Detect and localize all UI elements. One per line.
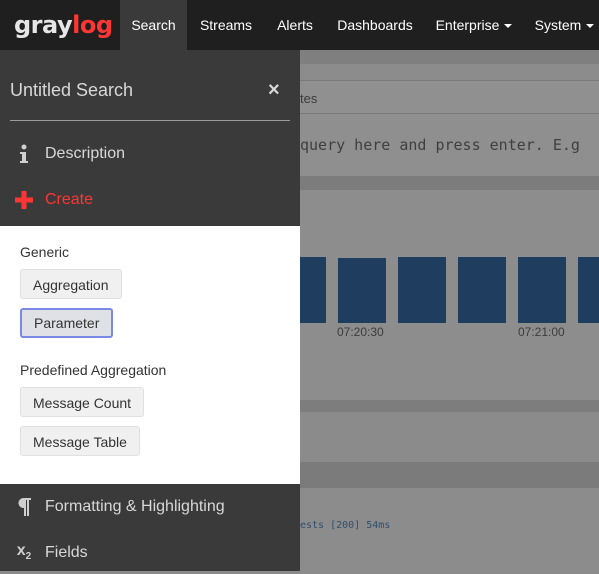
caret-down-icon [504,24,513,29]
info-icon [14,143,34,165]
divider [10,120,290,121]
axis-tick-label: 07:21:00 [518,325,565,339]
message-count-button[interactable]: Message Count [20,387,145,417]
log-message-fragment: ests [200] 54ms [300,520,391,531]
histogram-bar [398,257,446,323]
histogram-bar [300,257,326,323]
section-generic-label: Generic [20,244,70,260]
top-navbar: graylog Search Streams Alerts Dashboards… [0,0,599,50]
plus-icon [14,189,34,211]
histogram-bar [338,258,386,323]
graylog-logo[interactable]: graylog [14,10,113,40]
histogram-bar [578,257,599,323]
paragraph-icon [14,496,34,518]
nav-streams[interactable]: Streams [190,0,262,50]
close-icon[interactable]: × [268,79,280,102]
search-title: Untitled Search [10,80,134,100]
histogram-bar [458,257,506,323]
timerange-fragment: tes [300,91,318,106]
parameter-button[interactable]: Parameter [20,308,114,338]
timerange-bar [300,80,599,114]
query-placeholder: query here and press enter. E.g [300,136,580,154]
axis-tick-label: 07:20:30 [337,325,384,339]
sidebar-item-formatting-highlighting[interactable]: Formatting & Highlighting [0,488,300,528]
aggregation-button[interactable]: Aggregation [20,269,122,299]
nav-alerts[interactable]: Alerts [265,0,325,50]
create-panel: Generic Aggregation Parameter Predefined… [0,226,300,484]
nav-enterprise-dropdown[interactable]: Enterprise [428,0,520,50]
section-predefined-label: Predefined Aggregation [20,362,167,378]
nav-search[interactable]: Search [120,0,187,50]
sidebar-item-create[interactable]: Create [0,181,300,221]
message-table-button[interactable]: Message Table [20,426,140,456]
nav-system-dropdown[interactable]: System [530,0,599,50]
subscript-icon: x2 [16,542,32,563]
caret-down-icon [586,24,595,29]
sidebar-item-fields[interactable]: x2 Fields [0,534,300,574]
nav-dashboards[interactable]: Dashboards [330,0,420,50]
sidebar-item-description[interactable]: Description [0,135,300,175]
histogram-bar [518,257,566,323]
